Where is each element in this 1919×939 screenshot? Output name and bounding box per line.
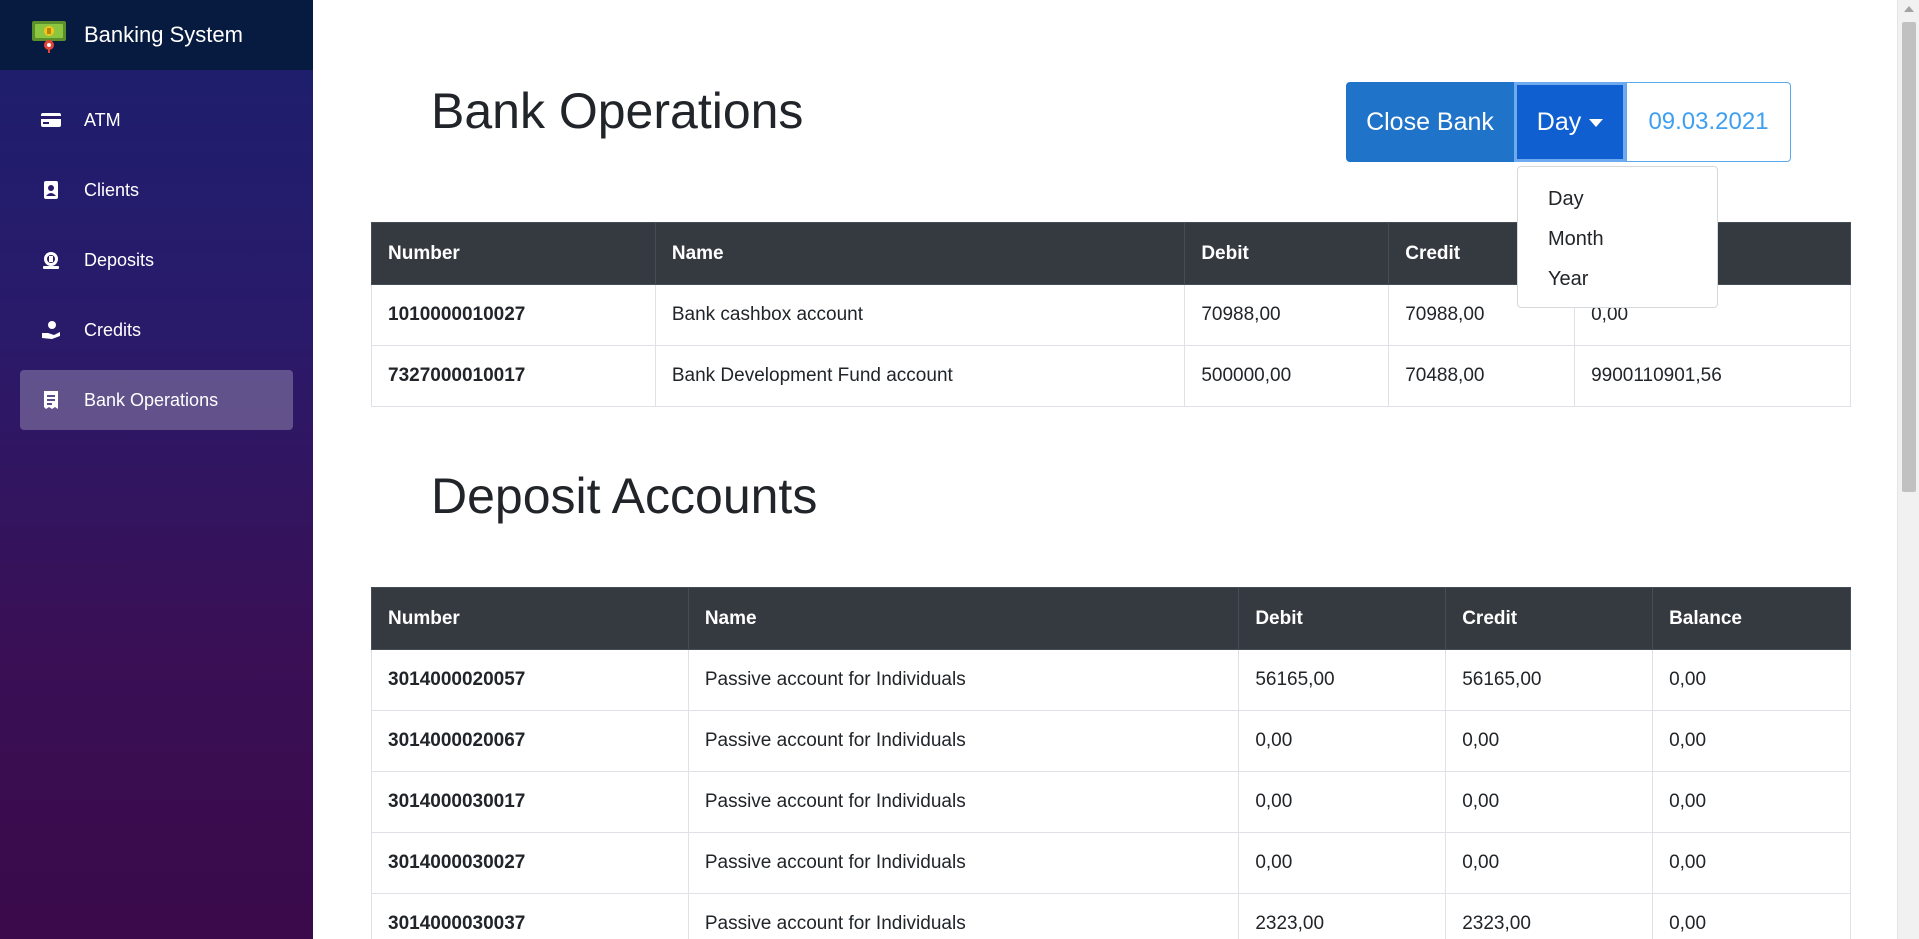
account-name: Bank Development Fund account (654, 345, 1186, 407)
account-name: Passive account for Individuals (687, 893, 1240, 939)
table-row: 7327000010017 Bank Development Fund acco… (371, 345, 1851, 407)
sidebar-item-label: ATM (84, 109, 121, 130)
account-name: Passive account for Individuals (687, 832, 1240, 894)
period-label: Day (1536, 107, 1582, 136)
credit-card-icon (40, 109, 62, 131)
account-debit: 0,00 (1238, 832, 1447, 894)
column-header-debit: Debit (1184, 222, 1390, 285)
sidebar: Banking System ATM Clients Deposits Cred… (0, 0, 313, 939)
account-number: 1010000010027 (371, 284, 656, 346)
dropdown-item-year[interactable]: Year (1518, 259, 1717, 299)
sidebar-nav: ATM Clients Deposits Credits Bank Operat… (0, 70, 313, 430)
deposit-accounts-table: Number Name Debit Credit Balance 3014000… (371, 587, 1851, 939)
table-header-row: Number Name Debit Credit Balance (371, 587, 1851, 650)
account-credit: 2323,00 (1445, 893, 1654, 939)
dropdown-item-month[interactable]: Month (1518, 219, 1717, 259)
caret-down-icon (1589, 119, 1604, 127)
vertical-scrollbar[interactable] (1897, 0, 1919, 939)
table-row: 3014000020067 Passive account for Indivi… (371, 710, 1851, 772)
brand[interactable]: Banking System (0, 0, 313, 70)
sidebar-item-credits[interactable]: Credits (20, 300, 293, 360)
account-debit: 56165,00 (1238, 649, 1447, 711)
account-debit: 2323,00 (1238, 893, 1447, 939)
sidebar-item-label: Deposits (84, 249, 155, 270)
account-number: 3014000030037 (371, 893, 689, 939)
table-row: 3014000030037 Passive account for Indivi… (371, 893, 1851, 939)
app-title: Banking System (84, 22, 243, 47)
account-number: 3014000030027 (371, 832, 689, 894)
sidebar-item-deposits[interactable]: Deposits (20, 230, 293, 290)
account-number: 3014000030017 (371, 771, 689, 833)
account-debit: 500000,00 (1184, 345, 1390, 407)
date-input[interactable] (1626, 82, 1791, 162)
money-logo-icon (32, 21, 66, 53)
main-content: Bank Operations Close Bank Day Day Month… (313, 0, 1897, 939)
account-balance: 0,00 (1652, 649, 1851, 711)
page-title: Bank Operations (431, 83, 804, 139)
section-title-deposit-accounts: Deposit Accounts (431, 468, 818, 524)
scroll-up-arrow-icon[interactable] (1904, 6, 1914, 12)
account-balance: 0,00 (1652, 771, 1851, 833)
contact-book-icon (40, 179, 62, 201)
account-name: Passive account for Individuals (687, 710, 1240, 772)
account-balance: 0,00 (1652, 710, 1851, 772)
close-bank-button[interactable]: Close Bank (1346, 82, 1514, 162)
account-balance: 0,00 (1652, 832, 1851, 894)
scrollbar-thumb[interactable] (1902, 22, 1916, 492)
table-row: 3014000030017 Passive account for Indivi… (371, 771, 1851, 833)
bank-controls: Close Bank Day (1346, 82, 1791, 162)
hand-coin-icon (40, 319, 62, 341)
account-number: 3014000020057 (371, 649, 689, 711)
money-bag-icon (40, 249, 62, 271)
account-credit: 0,00 (1445, 832, 1654, 894)
account-number: 3014000020067 (371, 710, 689, 772)
receipt-icon (40, 389, 62, 411)
column-header-credit: Credit (1445, 587, 1654, 650)
account-name: Bank cashbox account (654, 284, 1186, 346)
period-dropdown-menu: Day Month Year (1517, 166, 1718, 308)
column-header-name: Name (654, 222, 1186, 285)
sidebar-item-bank-operations[interactable]: Bank Operations (20, 370, 293, 430)
column-header-number: Number (371, 587, 689, 650)
account-credit: 56165,00 (1445, 649, 1654, 711)
account-name: Passive account for Individuals (687, 771, 1240, 833)
sidebar-item-label: Bank Operations (84, 389, 219, 410)
account-debit: 0,00 (1238, 710, 1447, 772)
account-name: Passive account for Individuals (687, 649, 1240, 711)
account-number: 7327000010017 (371, 345, 656, 407)
account-credit: 0,00 (1445, 710, 1654, 772)
account-balance: 9900110901,56 (1574, 345, 1851, 407)
sidebar-item-label: Credits (84, 319, 142, 340)
table-row: 3014000020057 Passive account for Indivi… (371, 649, 1851, 711)
account-credit: 0,00 (1445, 771, 1654, 833)
sidebar-item-atm[interactable]: ATM (20, 90, 293, 150)
account-debit: 70988,00 (1184, 284, 1390, 346)
dropdown-item-day[interactable]: Day (1518, 179, 1717, 219)
sidebar-item-clients[interactable]: Clients (20, 160, 293, 220)
column-header-number: Number (371, 222, 656, 285)
account-debit: 0,00 (1238, 771, 1447, 833)
table-row: 3014000030027 Passive account for Indivi… (371, 832, 1851, 894)
column-header-debit: Debit (1238, 587, 1447, 650)
sidebar-item-label: Clients (84, 179, 140, 200)
account-credit: 70488,00 (1388, 345, 1576, 407)
column-header-name: Name (687, 587, 1240, 650)
period-dropdown-toggle[interactable]: Day (1514, 82, 1626, 162)
column-header-balance: Balance (1652, 587, 1851, 650)
account-balance: 0,00 (1652, 893, 1851, 939)
